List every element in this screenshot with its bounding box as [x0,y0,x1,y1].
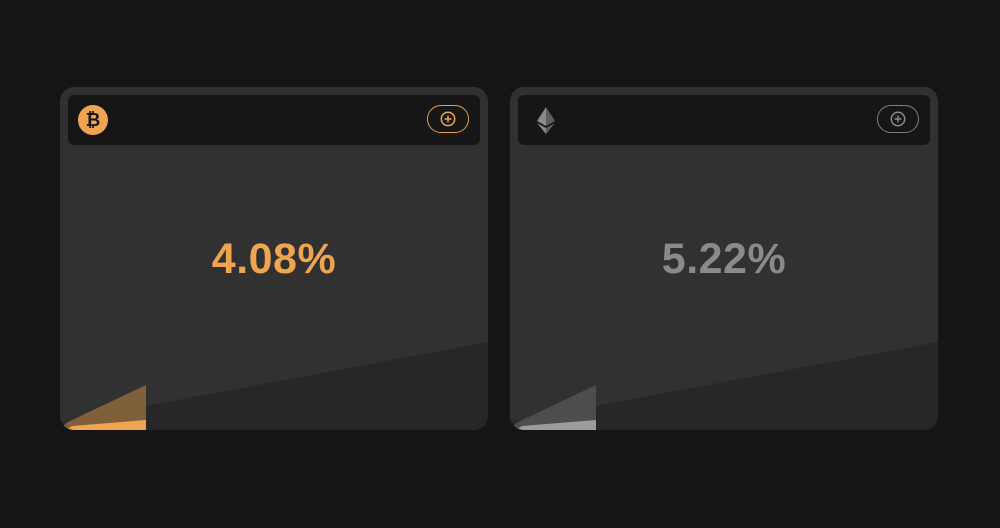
card-header: ₿ [68,95,480,145]
svg-text:₿: ₿ [86,110,101,131]
bitcoin-icon: ₿ [78,105,108,135]
add-button[interactable] [877,105,919,133]
add-button[interactable] [427,105,469,133]
ethereum-icon [537,107,555,134]
plus-circle-icon [440,111,456,127]
interest-rate-value: 5.22% [661,235,787,283]
ethereum-rate-card: 5.22% [510,87,938,430]
plus-circle-icon [890,111,906,127]
interest-rate-value: 4.08% [211,235,337,283]
bitcoin-rate-card: ₿ 4.08% [60,87,488,430]
card-header [518,95,930,145]
